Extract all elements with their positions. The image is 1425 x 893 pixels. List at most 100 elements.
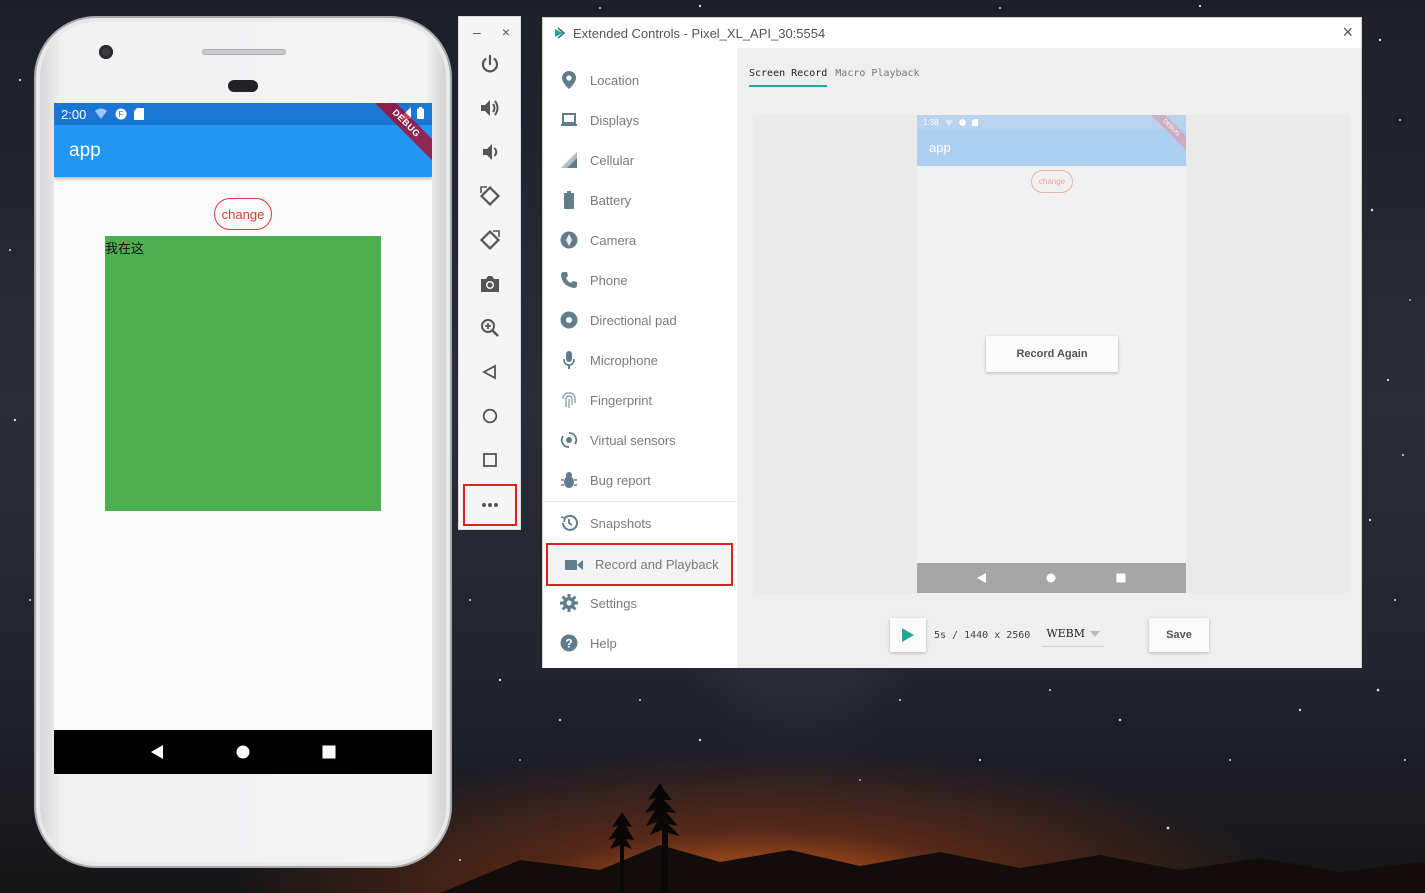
rotate-left-button[interactable] xyxy=(459,176,520,216)
window-title: Extended Controls - Pixel_XL_API_30:5554 xyxy=(573,25,826,41)
device-screen[interactable]: 2:00 F app DEBUG change 我在这 xyxy=(54,103,432,774)
sidebar-item-record-and-playback[interactable]: Record and Playback xyxy=(546,543,733,586)
home-button[interactable] xyxy=(459,396,520,436)
earpiece-speaker xyxy=(202,49,286,55)
app-title: app xyxy=(69,140,101,161)
sidebar-item-label: Record and Playback xyxy=(595,557,719,572)
chevron-down-icon xyxy=(1090,630,1101,637)
volume-up-button[interactable] xyxy=(459,88,520,128)
preview-data-saver-icon xyxy=(958,118,966,126)
sidebar-item-label: Cellular xyxy=(590,152,635,168)
back-button[interactable] xyxy=(459,352,520,392)
green-container: 我在这 xyxy=(105,236,381,511)
power-button[interactable] xyxy=(459,44,520,84)
volume-down-icon xyxy=(482,144,497,160)
help-icon: ? xyxy=(560,634,578,652)
laptop-icon xyxy=(560,111,578,129)
sidebar-item-label: Bug report xyxy=(590,472,651,488)
main-panel: Screen Record Macro Playback 1:38 app DE… xyxy=(737,48,1361,668)
container-text: 我在这 xyxy=(105,241,145,256)
screenshot-button[interactable] xyxy=(459,264,520,304)
sensor-icon xyxy=(560,431,578,449)
sidebar-item-label: Virtual sensors xyxy=(590,432,676,448)
more-button[interactable] xyxy=(463,484,517,526)
sidebar-item-help[interactable]: ? Help xyxy=(543,623,737,663)
overview-button[interactable] xyxy=(459,440,520,480)
battery-icon xyxy=(560,191,578,209)
save-button[interactable]: Save xyxy=(1149,618,1209,652)
aperture-icon xyxy=(560,231,578,249)
wifi-icon xyxy=(95,108,108,119)
volume-up-icon xyxy=(480,100,498,116)
app-bar: app xyxy=(54,125,432,177)
dpad-icon xyxy=(560,311,578,329)
format-value: WEBM xyxy=(1046,627,1086,640)
sidebar-item-label: Location xyxy=(590,72,640,88)
rotate-right-icon xyxy=(479,229,500,251)
rotate-left-icon xyxy=(479,185,500,207)
nav-back-icon[interactable] xyxy=(150,745,164,759)
sidebar-item-battery[interactable]: Battery xyxy=(543,180,737,220)
sidebar-item-phone[interactable]: Phone xyxy=(543,260,737,300)
preview-navigation-bar xyxy=(917,563,1186,593)
sidebar-item-label: Settings xyxy=(590,595,637,611)
data-saver-icon: F xyxy=(115,108,127,120)
microphone-icon xyxy=(560,351,578,369)
sidebar-item-settings[interactable]: Settings xyxy=(543,583,737,623)
recording-info: 5s / 1440 x 2560 xyxy=(934,629,1031,641)
signal-icon xyxy=(560,151,578,169)
record-again-button[interactable]: Record Again xyxy=(986,336,1118,372)
sidebar-item-cellular[interactable]: Cellular xyxy=(543,140,737,180)
videocam-icon xyxy=(565,556,583,574)
fingerprint-icon xyxy=(560,391,578,409)
sidebar-item-directional-pad[interactable]: Directional pad xyxy=(543,300,737,340)
sidebar-item-virtual-sensors[interactable]: Virtual sensors xyxy=(543,420,737,460)
tab-screen-record[interactable]: Screen Record xyxy=(749,68,828,87)
volume-down-button[interactable] xyxy=(459,132,520,172)
sidebar-item-bug-report[interactable]: Bug report xyxy=(543,460,737,500)
sidebar-divider xyxy=(543,501,737,502)
preview-app-bar: app xyxy=(917,129,1186,166)
preview-change-button: change xyxy=(1031,170,1073,193)
nav-home-icon[interactable] xyxy=(236,745,250,759)
navigation-bar xyxy=(54,730,432,774)
change-button[interactable]: change xyxy=(214,198,272,230)
sidebar-item-camera[interactable]: Camera xyxy=(543,220,737,260)
recording-preview-area: 1:38 app DEBUG change Record Again xyxy=(753,115,1350,593)
sidebar-item-label: Microphone xyxy=(590,352,658,368)
emulator-logo-icon xyxy=(555,27,565,39)
sidebar-item-label: Fingerprint xyxy=(590,392,653,408)
sidebar-item-displays[interactable]: Displays xyxy=(543,100,737,140)
sidebar-item-fingerprint[interactable]: Fingerprint xyxy=(543,380,737,420)
toolbar-close-button[interactable]: × xyxy=(502,24,510,40)
play-button[interactable] xyxy=(890,618,926,652)
power-icon xyxy=(481,54,498,73)
gear-icon xyxy=(560,594,578,612)
nav-overview-icon[interactable] xyxy=(322,745,336,759)
sidebar-item-location[interactable]: Location xyxy=(543,60,737,100)
sidebar-item-microphone[interactable]: Microphone xyxy=(543,340,737,380)
preview-app-title: app xyxy=(929,140,951,155)
zoom-button[interactable] xyxy=(459,308,520,348)
play-icon xyxy=(902,628,914,642)
minimize-button[interactable]: – xyxy=(473,24,481,40)
window-title-bar: Extended Controls - Pixel_XL_API_30:5554 xyxy=(543,18,1361,48)
format-select[interactable]: WEBM xyxy=(1042,623,1105,647)
home-icon xyxy=(482,408,497,424)
back-icon xyxy=(481,364,496,380)
sidebar-item-label: Camera xyxy=(590,232,637,248)
proximity-sensor xyxy=(228,80,258,92)
sidebar-item-snapshots[interactable]: Snapshots xyxy=(543,503,737,543)
rotate-right-button[interactable] xyxy=(459,220,520,260)
sidebar-item-label: Help xyxy=(590,635,617,651)
preview-home-icon xyxy=(1046,573,1056,583)
window-close-button[interactable]: × xyxy=(1342,23,1353,41)
status-time: 2:00 xyxy=(61,106,87,122)
location-pin-icon xyxy=(560,71,578,89)
playback-controls: 5s / 1440 x 2560 WEBM xyxy=(890,618,1105,652)
battery-icon xyxy=(417,107,424,119)
bug-icon xyxy=(560,471,578,489)
zoom-icon xyxy=(480,319,499,337)
tab-macro-playback[interactable]: Macro Playback xyxy=(835,68,919,87)
svg-text:?: ? xyxy=(565,637,572,651)
